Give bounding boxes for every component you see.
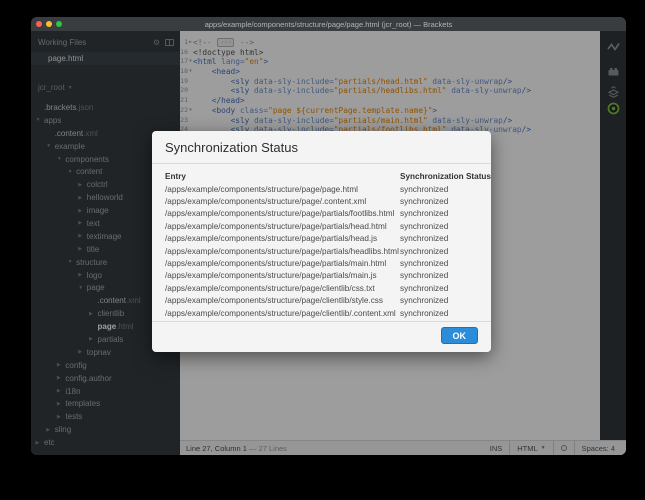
- entry-path: /apps/example/components/structure/page/…: [165, 296, 400, 305]
- entry-status: synchronized: [400, 296, 478, 305]
- entry-status: synchronized: [400, 271, 478, 280]
- entry-status: synchronized: [400, 222, 478, 231]
- sync-table: Entry Synchronization Status /apps/examp…: [152, 164, 491, 319]
- entry-path: /apps/example/components/structure/page/…: [165, 247, 400, 256]
- column-header-status: Synchronization Status: [400, 172, 491, 181]
- entry-path: /apps/example/components/structure/page/…: [165, 209, 400, 218]
- dialog-footer: OK: [152, 321, 491, 352]
- dialog-title: Synchronization Status: [152, 131, 491, 164]
- table-header-row: Entry Synchronization Status: [165, 170, 478, 183]
- sync-entry-row: /apps/example/components/structure/page/…: [165, 233, 478, 245]
- sync-entry-row: /apps/example/components/structure/page/…: [165, 307, 478, 319]
- window-title: apps/example/components/structure/page/p…: [31, 17, 626, 31]
- sync-entry-row: /apps/example/components/structure/page/…: [165, 208, 478, 220]
- entry-status: synchronized: [400, 284, 478, 293]
- entry-path: /apps/example/components/structure/page/…: [165, 271, 400, 280]
- sync-entry-row: /apps/example/components/structure/page/…: [165, 257, 478, 269]
- sync-entry-row: /apps/example/components/structure/page/…: [165, 195, 478, 207]
- brackets-window: apps/example/components/structure/page/p…: [31, 17, 626, 455]
- entry-path: /apps/example/components/structure/page/…: [165, 185, 400, 194]
- sync-entry-row: /apps/example/components/structure/page/…: [165, 245, 478, 257]
- entry-status: synchronized: [400, 209, 478, 218]
- entry-path: /apps/example/components/structure/page/…: [165, 309, 400, 318]
- sync-entry-row: /apps/example/components/structure/page/…: [165, 220, 478, 232]
- desktop: apps/example/components/structure/page/p…: [0, 0, 645, 500]
- sync-entry-row: /apps/example/components/structure/page/…: [165, 270, 478, 282]
- entry-status: synchronized: [400, 197, 478, 206]
- entry-path: /apps/example/components/structure/page/…: [165, 234, 400, 243]
- entry-status: synchronized: [400, 234, 478, 243]
- sync-entry-row: /apps/example/components/structure/page/…: [165, 183, 478, 195]
- entry-path: /apps/example/components/structure/page/…: [165, 284, 400, 293]
- sync-entry-row: /apps/example/components/structure/page/…: [165, 282, 478, 294]
- ok-button[interactable]: OK: [441, 327, 479, 344]
- entry-path: /apps/example/components/structure/page/…: [165, 259, 400, 268]
- entry-status: synchronized: [400, 259, 478, 268]
- entry-path: /apps/example/components/structure/page/…: [165, 222, 400, 231]
- entry-status: synchronized: [400, 185, 478, 194]
- entry-path: /apps/example/components/structure/page/…: [165, 197, 400, 206]
- entry-status: synchronized: [400, 247, 478, 256]
- sync-entry-row: /apps/example/components/structure/page/…: [165, 295, 478, 307]
- entry-status: synchronized: [400, 309, 478, 318]
- sync-status-dialog: Synchronization Status Entry Synchroniza…: [152, 131, 491, 352]
- window-titlebar[interactable]: apps/example/components/structure/page/p…: [31, 17, 626, 32]
- column-header-entry: Entry: [165, 172, 400, 181]
